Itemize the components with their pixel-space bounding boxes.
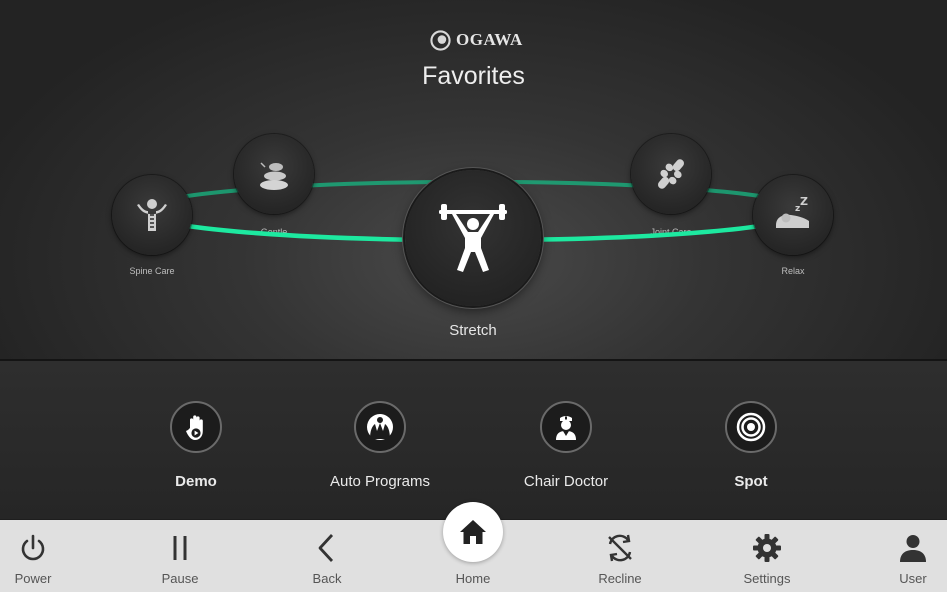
nav-back[interactable]: Back [282, 520, 372, 592]
nav-recline[interactable]: Recline [575, 520, 665, 592]
favorite-relax-label: Relax [781, 266, 805, 276]
back-icon [318, 534, 334, 562]
favorite-spine-care[interactable] [112, 175, 192, 255]
doctor-icon [556, 416, 576, 440]
gear-icon [753, 534, 781, 562]
demo-button[interactable]: Demo [106, 401, 286, 490]
favorite-relax[interactable]: z Z [753, 175, 833, 255]
nav-back-label: Back [312, 571, 342, 586]
spot-label: Spot [734, 473, 768, 490]
weightlifter-icon [439, 204, 507, 272]
nav-power-label: Power [14, 571, 52, 586]
home-icon [460, 520, 486, 544]
hand-play-icon [186, 415, 203, 440]
nav-home-label: Home [455, 571, 491, 586]
nav-user-label: User [899, 571, 927, 586]
spot-button[interactable]: Spot [661, 401, 841, 490]
svg-text:Z: Z [800, 195, 808, 208]
demo-label: Demo [175, 473, 217, 490]
auto-program-icon [367, 414, 393, 440]
favorite-stretch-selected[interactable] [405, 170, 541, 306]
sleep-icon: z Z [776, 195, 809, 228]
favorites-panel: OGAWA Favorites Gentle Joint Care Spine … [0, 0, 947, 361]
nav-power[interactable]: Power [0, 520, 78, 592]
user-icon [900, 535, 926, 562]
nav-pause-label: Pause [161, 571, 199, 586]
nav-pause[interactable]: Pause [135, 520, 225, 592]
selected-program-label: Stretch [449, 322, 497, 339]
recline-icon [608, 534, 632, 562]
chair-doctor-button[interactable]: Chair Doctor [476, 401, 656, 490]
shortcut-panel: Demo Auto Programs Chair Doctor Spot [0, 361, 947, 519]
home-button[interactable] [443, 502, 503, 562]
target-icon [736, 412, 766, 442]
auto-programs-button[interactable]: Auto Programs [290, 401, 470, 490]
nav-user[interactable]: User [868, 520, 947, 592]
spine-care-icon [137, 199, 167, 231]
chair-doctor-label: Chair Doctor [523, 473, 609, 490]
power-icon [21, 534, 45, 561]
favorite-spine-care-label: Spine Care [129, 266, 175, 276]
nav-recline-label: Recline [598, 571, 642, 586]
nav-settings-label: Settings [743, 571, 791, 586]
auto-programs-label: Auto Programs [329, 473, 431, 490]
nav-settings[interactable]: Settings [722, 520, 812, 592]
pause-icon [173, 536, 187, 560]
